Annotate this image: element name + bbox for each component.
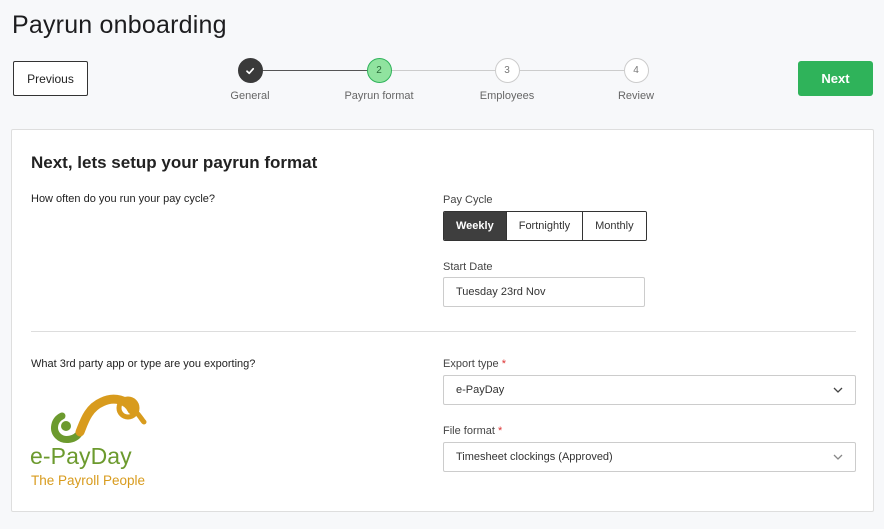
step-payrun-format[interactable]: 2 Payrun format — [329, 58, 429, 102]
start-date-label: Start Date — [443, 261, 493, 273]
file-format-label: File format * — [443, 425, 502, 437]
page-title: Payrun onboarding — [12, 11, 227, 39]
step-employees[interactable]: 3 Employees — [457, 58, 557, 102]
step-circle-completed — [237, 58, 263, 83]
required-mark: * — [498, 425, 503, 437]
pay-cycle-question: How often do you run your pay cycle? — [31, 193, 216, 205]
pay-cycle-weekly-button[interactable]: Weekly — [444, 212, 506, 240]
step-label: General — [230, 90, 270, 102]
file-format-label-text: File format — [443, 425, 495, 437]
step-label: Payrun format — [344, 90, 414, 102]
step-label: Review — [617, 90, 655, 102]
export-type-label: Export type * — [443, 358, 506, 370]
check-icon — [246, 67, 255, 74]
step-general[interactable]: General — [200, 58, 300, 102]
progress-stepper: General 2 Payrun format 3 Employees 4 Re… — [0, 58, 884, 108]
chevron-down-icon — [833, 387, 843, 393]
logo-brand-name: e-PayDay — [30, 443, 132, 469]
chevron-down-icon — [833, 454, 843, 460]
pay-cycle-monthly-button[interactable]: Monthly — [582, 212, 646, 240]
logo-tagline: The Payroll People — [31, 473, 146, 488]
pay-cycle-label: Pay Cycle — [443, 194, 493, 206]
export-question: What 3rd party app or type are you expor… — [31, 358, 256, 370]
required-mark: * — [501, 358, 506, 370]
step-circle-active: 2 — [366, 58, 392, 83]
start-date-input[interactable] — [443, 277, 645, 307]
pay-cycle-toggle: Weekly Fortnightly Monthly — [443, 211, 647, 241]
export-type-value: e-PayDay — [456, 384, 505, 396]
step-review[interactable]: 4 Review — [586, 58, 686, 102]
pay-cycle-fortnightly-button[interactable]: Fortnightly — [505, 212, 583, 240]
card-heading: Next, lets setup your payrun format — [31, 153, 318, 172]
file-format-value: Timesheet clockings (Approved) — [456, 451, 613, 463]
section-divider — [31, 331, 856, 332]
payrun-format-card: Next, lets setup your payrun format How … — [11, 129, 874, 512]
file-format-select[interactable]: Timesheet clockings (Approved) — [443, 442, 856, 472]
step-label: Employees — [479, 90, 535, 102]
step-circle: 3 — [494, 58, 520, 83]
export-type-select[interactable]: e-PayDay — [443, 375, 856, 405]
step-circle: 4 — [623, 58, 649, 83]
export-type-label-text: Export type — [443, 358, 499, 370]
